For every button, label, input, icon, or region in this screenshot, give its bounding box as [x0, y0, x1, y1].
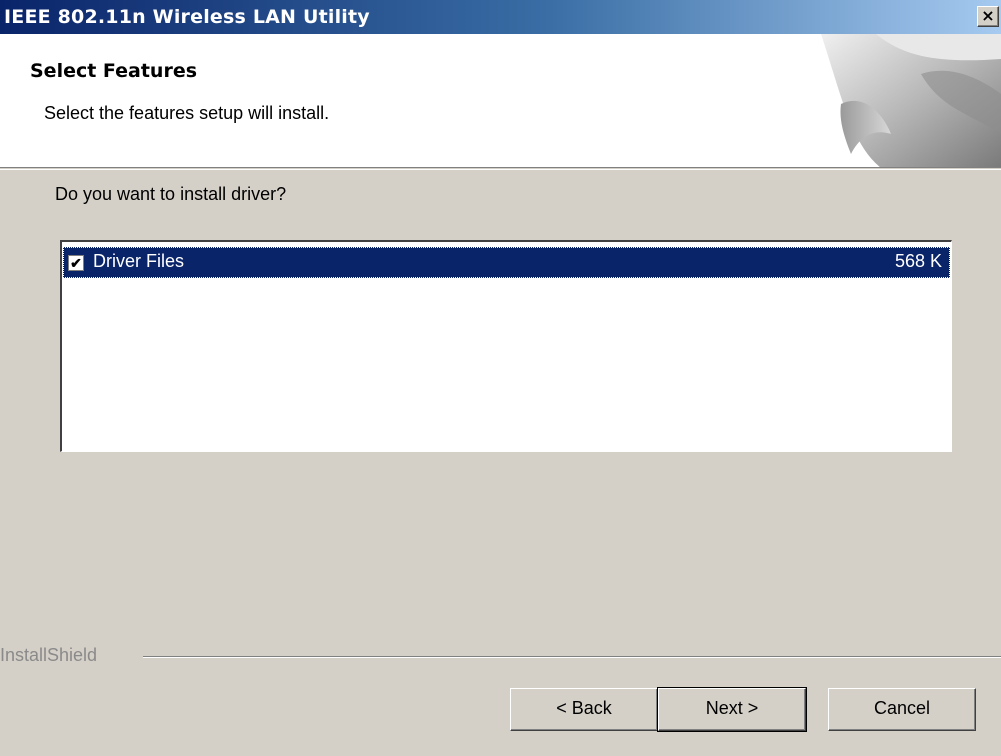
- title-bar: IEEE 802.11n Wireless LAN Utility ×: [0, 0, 1001, 34]
- cancel-button[interactable]: Cancel: [828, 688, 976, 731]
- wizard-header: Select Features Select the features setu…: [0, 34, 1001, 168]
- checkmark-icon: ✔: [70, 255, 82, 271]
- page-subtitle: Select the features setup will install.: [44, 103, 330, 123]
- feature-size: 568 K: [894, 251, 942, 271]
- footer-divider-highlight: [143, 657, 1001, 658]
- list-item-driver-files[interactable]: ✔ Driver Files 568 K: [63, 247, 950, 278]
- driver-files-checkbox[interactable]: ✔: [68, 255, 84, 271]
- feature-label: Driver Files: [93, 251, 185, 271]
- window-title: IEEE 802.11n Wireless LAN Utility: [4, 6, 370, 28]
- features-list[interactable]: ✔ Driver Files 568 K: [60, 240, 952, 452]
- close-button[interactable]: ×: [977, 6, 999, 27]
- header-divider: [0, 169, 1001, 170]
- page-curl-graphic: [821, 34, 1001, 167]
- install-question: Do you want to install driver?: [55, 184, 287, 204]
- installshield-brand: InstallShield: [0, 645, 98, 665]
- next-button[interactable]: Next >: [657, 687, 807, 732]
- close-icon: ×: [981, 6, 995, 25]
- back-button[interactable]: < Back: [510, 688, 658, 731]
- page-title: Select Features: [30, 60, 198, 82]
